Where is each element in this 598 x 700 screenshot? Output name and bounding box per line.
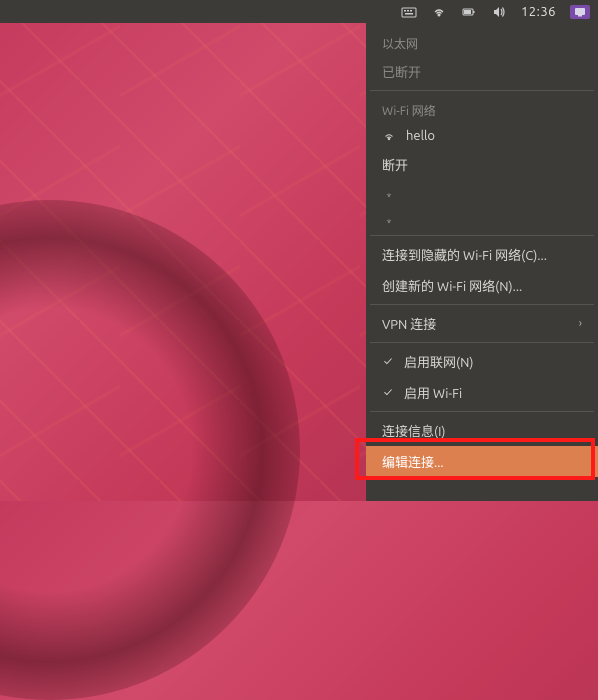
separator <box>370 411 594 412</box>
edit-connections[interactable]: 编辑连接... <box>366 446 598 477</box>
connect-hidden-label: 连接到隐藏的 Wi-Fi 网络(C)... <box>382 245 547 264</box>
wifi-signal-weak-icon <box>382 186 396 200</box>
separator <box>370 235 594 236</box>
connection-info-label: 连接信息(I) <box>382 421 446 440</box>
separator <box>370 90 594 91</box>
vpn-label: VPN 连接 <box>382 314 436 333</box>
network-icon[interactable] <box>431 4 447 20</box>
volume-icon[interactable] <box>491 4 507 20</box>
create-new-label: 创建新的 Wi-Fi 网络(N)... <box>382 276 522 295</box>
edit-connections-label: 编辑连接... <box>382 452 444 471</box>
clock[interactable]: 12:36 <box>521 5 556 19</box>
ethernet-disconnected-label: 已断开 <box>382 62 421 81</box>
wifi-disconnect-label: 断开 <box>382 155 408 174</box>
connection-information[interactable]: 连接信息(I) <box>366 415 598 446</box>
create-new-wifi[interactable]: 创建新的 Wi-Fi 网络(N)... <box>366 270 598 301</box>
wifi-signal-weak-icon <box>382 212 396 226</box>
network-menu: 以太网 已断开 Wi-Fi 网络 hello 断开 连接到隐藏的 Wi-Fi 网… <box>366 23 598 501</box>
check-icon: ✓ <box>382 386 394 399</box>
vpn-connections[interactable]: VPN 连接 › <box>366 308 598 339</box>
ethernet-section-header: 以太网 <box>366 27 598 56</box>
wifi-empty-1 <box>366 180 598 206</box>
wifi-signal-icon <box>382 129 396 143</box>
check-icon: ✓ <box>382 355 394 368</box>
wifi-network-hello[interactable]: hello <box>366 123 598 149</box>
separator <box>370 342 594 343</box>
top-panel: 12:36 <box>0 0 598 23</box>
wifi-section-header: Wi-Fi 网络 <box>366 94 598 123</box>
session-icon[interactable] <box>570 5 590 19</box>
wifi-empty-2 <box>366 206 598 232</box>
enable-wifi-label: 启用 Wi-Fi <box>404 383 462 402</box>
connect-hidden-wifi[interactable]: 连接到隐藏的 Wi-Fi 网络(C)... <box>366 239 598 270</box>
enable-networking[interactable]: ✓ 启用联网(N) <box>366 346 598 377</box>
wifi-disconnect[interactable]: 断开 <box>366 149 598 180</box>
chevron-right-icon: › <box>579 317 582 330</box>
battery-icon[interactable] <box>461 4 477 20</box>
enable-wifi[interactable]: ✓ 启用 Wi-Fi <box>366 377 598 408</box>
ethernet-disconnected: 已断开 <box>366 56 598 87</box>
wifi-network-label: hello <box>406 129 435 143</box>
keyboard-icon[interactable] <box>401 4 417 20</box>
enable-networking-label: 启用联网(N) <box>404 352 473 371</box>
separator <box>370 304 594 305</box>
